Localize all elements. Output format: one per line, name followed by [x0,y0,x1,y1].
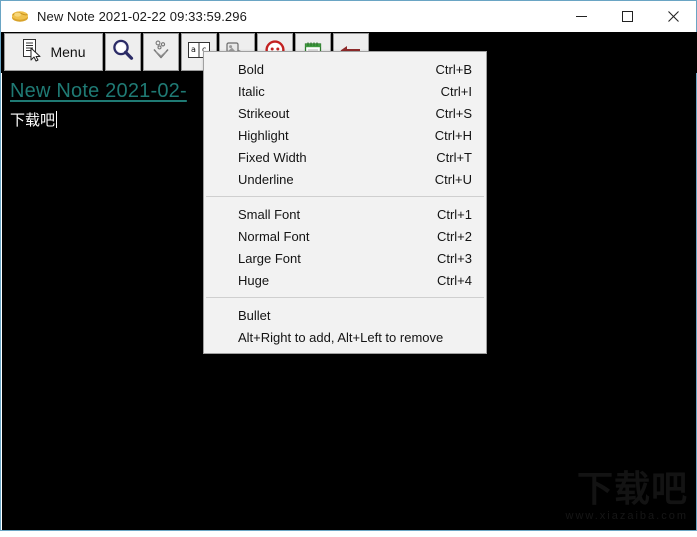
menu-item-large-font[interactable]: Large Font Ctrl+3 [204,247,486,269]
menu-item-shortcut: Ctrl+H [434,127,472,143]
maximize-button[interactable] [604,1,650,31]
minimize-icon [575,15,587,17]
menu-item-underline[interactable]: Underline Ctrl+U [204,168,486,190]
menu-item-shortcut: Ctrl+T [436,149,472,165]
menu-item-fixed-width[interactable]: Fixed Width Ctrl+T [204,146,486,168]
watermark: 下载吧 www.xiazaiba.com [565,469,688,523]
maximize-icon [621,10,633,22]
menu-item-label: Small Font [238,206,301,222]
menu-item-small-font[interactable]: Small Font Ctrl+1 [204,203,486,225]
menu-item-strikeout[interactable]: Strikeout Ctrl+S [204,102,486,124]
menu-item-label: Fixed Width [238,149,307,165]
close-button[interactable] [650,1,696,31]
close-icon [667,10,679,22]
menu-button[interactable]: Menu [4,33,103,71]
menu-item-label: Italic [238,83,265,99]
sort-button[interactable] [143,33,179,71]
menu-item-label: Normal Font [238,228,310,244]
menu-item-shortcut: Ctrl+4 [436,272,472,288]
menu-item-label: Huge [238,272,270,288]
menu-item-shortcut: Ctrl+2 [436,228,472,244]
window-controls [558,1,696,31]
menu-item-label: Underline [238,171,294,187]
magnifier-icon [111,38,135,67]
note-icon [9,5,31,27]
menu-bullet-hint: Alt+Right to add, Alt+Left to remove [238,329,444,345]
menu-button-label: Menu [50,44,86,60]
menu-item-bullet[interactable]: Bullet [204,304,486,326]
document-cursor-icon [21,38,43,67]
menu-item-label: Large Font [238,250,301,266]
menu-item-label: Bold [238,61,265,77]
search-button[interactable] [105,33,141,71]
watermark-url: www.xiazaiba.com [565,510,688,522]
note-body-text: 下载吧 [10,112,56,129]
format-menu: Bold Ctrl+B Italic Ctrl+I Strikeout Ctrl… [203,51,487,354]
window-bottom-strip [0,531,697,537]
menu-item-shortcut: Ctrl+U [434,171,472,187]
menu-item-label: Strikeout [238,105,290,121]
note-body[interactable]: 下载吧 [10,109,58,130]
menu-item-label: Highlight [238,127,289,143]
menu-item-italic[interactable]: Italic Ctrl+I [204,80,486,102]
menu-separator [206,297,484,298]
app-root: New Note 2021-02-22 09:33:59.296 Menu a … [0,0,697,537]
text-caret [56,111,58,128]
menu-item-huge[interactable]: Huge Ctrl+4 [204,269,486,291]
menu-item-shortcut: Ctrl+S [435,105,472,121]
menu-item-normal-font[interactable]: Normal Font Ctrl+2 [204,225,486,247]
menu-item-bold[interactable]: Bold Ctrl+B [204,58,486,80]
menu-item-highlight[interactable]: Highlight Ctrl+H [204,124,486,146]
note-window: New Note 2021-02-22 09:33:59.296 Menu a … [0,0,697,531]
menu-item-shortcut: Ctrl+3 [436,250,472,266]
menu-item-label: Bullet [238,307,271,323]
window-title: New Note 2021-02-22 09:33:59.296 [37,8,247,24]
title-bar: New Note 2021-02-22 09:33:59.296 [1,1,696,31]
menu-item-shortcut: Ctrl+1 [436,206,472,222]
menu-item-shortcut: Ctrl+B [435,61,472,77]
menu-item-shortcut: Ctrl+I [440,83,472,99]
svg-text:a: a [191,45,196,54]
menu-separator [206,196,484,197]
minimize-button[interactable] [558,1,604,31]
note-title[interactable]: New Note 2021-02- [10,80,187,103]
watermark-logo: 下载吧 [576,469,688,510]
bubbles-sort-icon [149,38,173,67]
